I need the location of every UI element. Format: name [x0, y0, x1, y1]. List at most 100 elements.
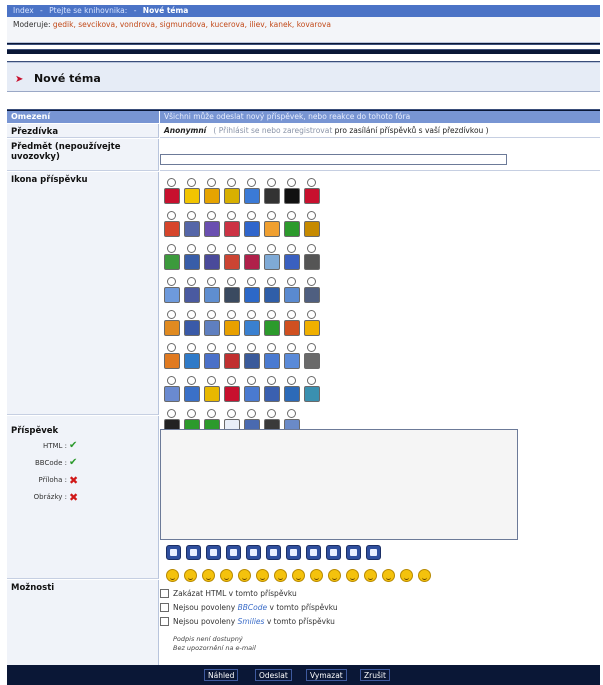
bbcode-disabled-checkbox[interactable] — [160, 603, 169, 612]
post-icon-radio[interactable] — [287, 409, 296, 418]
moderators-list[interactable]: gedik, sevcikova, vondrova, sigmundova, … — [53, 20, 331, 29]
post-icon-radio[interactable] — [227, 376, 236, 385]
format-button-icon[interactable] — [266, 545, 281, 560]
smiley-icon[interactable] — [400, 569, 413, 582]
message-textarea[interactable] — [160, 429, 518, 540]
breadcrumb-forum-link[interactable]: Ptejte se knihovnika: — [49, 6, 127, 15]
post-icon-radio[interactable] — [187, 277, 196, 286]
post-icon-radio[interactable] — [167, 343, 176, 352]
post-icon-radio[interactable] — [187, 310, 196, 319]
post-icon-radio[interactable] — [267, 211, 276, 220]
post-icon[interactable] — [264, 287, 280, 303]
post-icon-radio[interactable] — [247, 343, 256, 352]
submit-button[interactable]: Odeslat — [255, 669, 292, 681]
post-icon[interactable] — [264, 353, 280, 369]
post-icon-radio[interactable] — [307, 211, 316, 220]
post-icon-radio[interactable] — [207, 310, 216, 319]
preview-button[interactable]: Náhled — [204, 669, 239, 681]
format-button-icon[interactable] — [166, 545, 181, 560]
post-icon-radio[interactable] — [267, 277, 276, 286]
subject-input[interactable] — [160, 154, 507, 165]
post-icon[interactable] — [304, 221, 320, 237]
post-icon[interactable] — [304, 353, 320, 369]
post-icon[interactable] — [224, 320, 240, 336]
post-icon-radio[interactable] — [247, 310, 256, 319]
post-icon-radio[interactable] — [187, 178, 196, 187]
post-icon[interactable] — [284, 188, 300, 204]
smiley-icon[interactable] — [202, 569, 215, 582]
smiley-icon[interactable] — [184, 569, 197, 582]
post-icon[interactable] — [304, 320, 320, 336]
post-icon[interactable] — [264, 320, 280, 336]
format-button-icon[interactable] — [246, 545, 261, 560]
post-icon-radio[interactable] — [207, 211, 216, 220]
smiley-icon[interactable] — [274, 569, 287, 582]
post-icon[interactable] — [224, 386, 240, 402]
cancel-button[interactable]: Zrušit — [360, 669, 390, 681]
format-button-icon[interactable] — [346, 545, 361, 560]
post-icon-radio[interactable] — [307, 310, 316, 319]
post-icon[interactable] — [224, 254, 240, 270]
post-icon[interactable] — [204, 188, 220, 204]
post-icon[interactable] — [164, 353, 180, 369]
post-icon[interactable] — [164, 320, 180, 336]
format-button-icon[interactable] — [366, 545, 381, 560]
smiley-icon[interactable] — [364, 569, 377, 582]
format-button-icon[interactable] — [286, 545, 301, 560]
post-icon-radio[interactable] — [187, 211, 196, 220]
post-icon-radio[interactable] — [167, 178, 176, 187]
smiley-icon[interactable] — [256, 569, 269, 582]
post-icon-radio[interactable] — [267, 244, 276, 253]
login-link[interactable]: ( Přihlásit se nebo zaregistrovat — [213, 126, 332, 135]
post-icon[interactable] — [304, 254, 320, 270]
smiley-icon[interactable] — [346, 569, 359, 582]
post-icon[interactable] — [244, 254, 260, 270]
post-icon[interactable] — [244, 353, 260, 369]
post-icon[interactable] — [284, 221, 300, 237]
post-icon[interactable] — [284, 254, 300, 270]
post-icon-radio[interactable] — [307, 178, 316, 187]
post-icon[interactable] — [304, 188, 320, 204]
post-icon[interactable] — [244, 188, 260, 204]
reset-button[interactable]: Vymazat — [306, 669, 347, 681]
post-icon-radio[interactable] — [187, 409, 196, 418]
post-icon[interactable] — [264, 254, 280, 270]
post-icon[interactable] — [204, 254, 220, 270]
post-icon[interactable] — [264, 188, 280, 204]
format-button-icon[interactable] — [326, 545, 341, 560]
post-icon[interactable] — [184, 188, 200, 204]
post-icon-radio[interactable] — [167, 277, 176, 286]
post-icon-radio[interactable] — [247, 244, 256, 253]
post-icon-radio[interactable] — [167, 310, 176, 319]
post-icon-radio[interactable] — [227, 277, 236, 286]
format-button-icon[interactable] — [186, 545, 201, 560]
smiley-icon[interactable] — [292, 569, 305, 582]
post-icon-radio[interactable] — [287, 244, 296, 253]
post-icon[interactable] — [304, 386, 320, 402]
post-icon[interactable] — [204, 221, 220, 237]
post-icon-radio[interactable] — [187, 376, 196, 385]
post-icon[interactable] — [204, 386, 220, 402]
post-icon-radio[interactable] — [207, 343, 216, 352]
post-icon[interactable] — [224, 287, 240, 303]
post-icon-radio[interactable] — [207, 376, 216, 385]
bbcode-link[interactable]: BBCode — [238, 603, 268, 612]
post-icon[interactable] — [184, 287, 200, 303]
post-icon[interactable] — [284, 320, 300, 336]
post-icon[interactable] — [184, 254, 200, 270]
post-icon[interactable] — [184, 386, 200, 402]
post-icon-radio[interactable] — [287, 376, 296, 385]
smiley-icon[interactable] — [382, 569, 395, 582]
format-button-icon[interactable] — [206, 545, 221, 560]
post-icon-radio[interactable] — [207, 277, 216, 286]
post-icon-radio[interactable] — [247, 376, 256, 385]
post-icon[interactable] — [204, 353, 220, 369]
post-icon[interactable] — [244, 386, 260, 402]
post-icon-radio[interactable] — [167, 244, 176, 253]
post-icon[interactable] — [244, 221, 260, 237]
post-icon[interactable] — [304, 287, 320, 303]
post-icon-radio[interactable] — [227, 409, 236, 418]
post-icon[interactable] — [284, 353, 300, 369]
post-icon-radio[interactable] — [307, 277, 316, 286]
post-icon-radio[interactable] — [307, 376, 316, 385]
